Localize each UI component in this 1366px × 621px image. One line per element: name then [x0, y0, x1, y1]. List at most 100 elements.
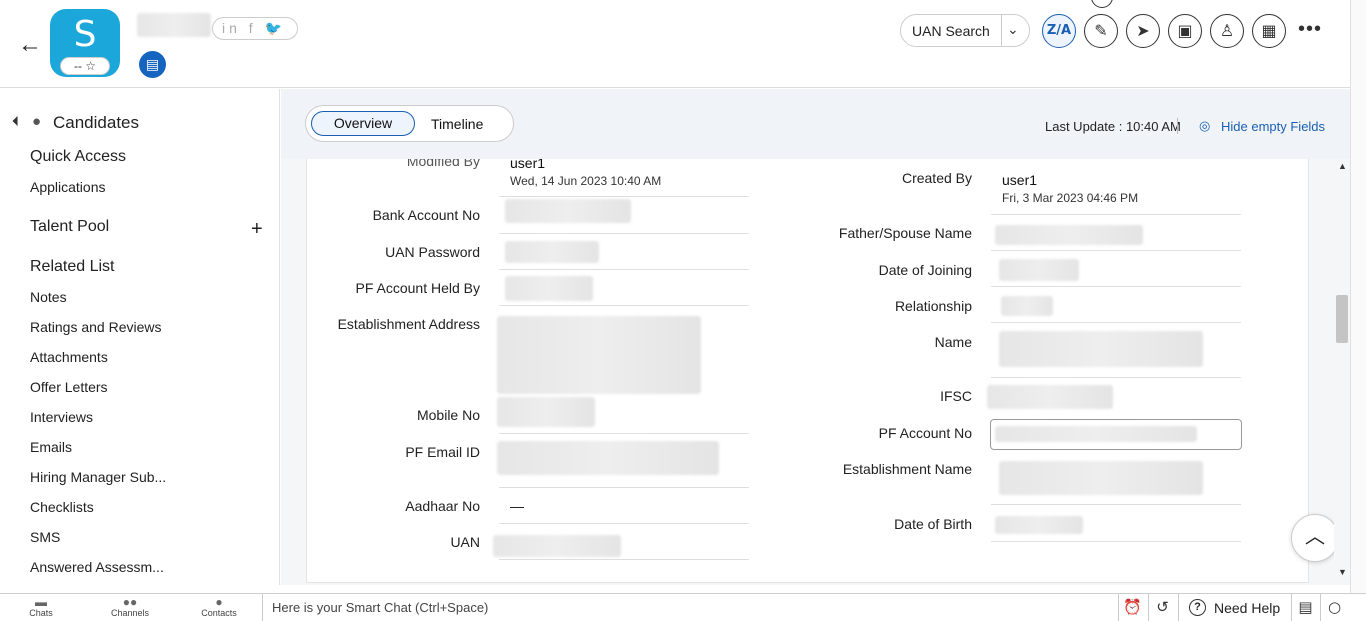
- search-icon[interactable]: ○: [1320, 594, 1348, 621]
- divider: [991, 322, 1241, 323]
- pf-held-by-label: PF Account Held By: [355, 280, 480, 296]
- pf-email-redacted[interactable]: [497, 441, 719, 475]
- window-edge: [1350, 0, 1366, 621]
- channels-button[interactable]: ●● Channels: [100, 596, 160, 618]
- alarm-icon[interactable]: ⏰: [1118, 594, 1146, 621]
- history-icon[interactable]: ↺: [1148, 594, 1176, 621]
- scroll-down-arrow-icon[interactable]: ▼: [1338, 567, 1347, 577]
- uan-password-redacted[interactable]: [505, 241, 599, 263]
- sidebar-item-emails[interactable]: Emails: [30, 439, 72, 455]
- more-options-icon[interactable]: •••: [1298, 16, 1324, 42]
- divider: [499, 305, 749, 306]
- sidebar-item-attachments[interactable]: Attachments: [30, 349, 108, 365]
- channels-icon: ●●: [122, 595, 138, 609]
- dob-redacted[interactable]: [995, 516, 1083, 534]
- tab-timeline[interactable]: Timeline: [431, 116, 483, 132]
- document-icon[interactable]: ▤: [139, 51, 166, 78]
- rating-badge[interactable]: -- ☆: [60, 57, 110, 75]
- sidebar-item-checklists[interactable]: Checklists: [30, 499, 94, 515]
- social-links[interactable]: in f 🐦: [212, 17, 298, 40]
- modified-by-value[interactable]: user1: [510, 159, 545, 171]
- eye-hidden-icon[interactable]: ◎: [1199, 118, 1210, 134]
- record-header: ← S -- ☆ in f 🐦 ▤ UAN Search ⌄ Z/A ✎ ➤ ▣…: [0, 0, 1350, 88]
- uan-label: UAN: [450, 534, 480, 550]
- edit-note-icon[interactable]: ✎: [1084, 14, 1118, 48]
- pf-account-redacted: [995, 426, 1197, 442]
- aadhaar-value[interactable]: —: [510, 498, 524, 514]
- collapse-sidebar-icon[interactable]: ⏴: [12, 113, 19, 130]
- smart-chat-placeholder: Here is your Smart Chat (Ctrl+Space): [272, 600, 489, 615]
- translate-icon[interactable]: Z/A: [1042, 14, 1076, 48]
- father-spouse-redacted[interactable]: [995, 225, 1143, 245]
- need-help-button[interactable]: ? Need Help: [1178, 594, 1291, 621]
- chats-label: Chats: [29, 608, 53, 618]
- back-arrow-icon[interactable]: ←: [18, 32, 42, 58]
- divider: [991, 250, 1241, 251]
- created-by-date: Fri, 3 Mar 2023 04:46 PM: [1002, 191, 1139, 205]
- bank-account-label: Bank Account No: [372, 207, 480, 223]
- relationship-redacted[interactable]: [1001, 296, 1053, 316]
- uan-search-dropdown[interactable]: UAN Search ⌄: [900, 14, 1030, 47]
- calendar-icon[interactable]: ▦: [1252, 14, 1286, 48]
- divider: [499, 433, 749, 434]
- chevron-down-icon[interactable]: ⌄: [1007, 21, 1019, 38]
- assign-user-icon[interactable]: ♙: [1210, 14, 1244, 48]
- sidebar-item-sms[interactable]: SMS: [30, 529, 60, 545]
- aadhaar-label: Aadhaar No: [405, 498, 480, 514]
- bottom-bar: ▬ Chats ●● Channels ● Contacts Here is y…: [0, 593, 1366, 621]
- chats-button[interactable]: ▬ Chats: [11, 596, 71, 618]
- divider: [1001, 15, 1002, 46]
- divider: [499, 196, 749, 197]
- modified-by-label: Modified By: [406, 159, 480, 169]
- notification-icon[interactable]: [1091, 0, 1113, 8]
- establishment-name-label: Establishment Name: [842, 461, 972, 477]
- hide-empty-fields-link[interactable]: Hide empty Fields: [1221, 119, 1325, 134]
- last-update-text: Last Update : 10:40 AM: [1045, 119, 1181, 134]
- sidebar-item-hiring-manager[interactable]: Hiring Manager Sub...: [30, 469, 166, 485]
- divider: [991, 377, 1241, 378]
- sidebar-item-offer-letters[interactable]: Offer Letters: [30, 379, 108, 395]
- smart-chat-input[interactable]: Here is your Smart Chat (Ctrl+Space): [262, 594, 1118, 621]
- name-label: Name: [934, 334, 972, 350]
- divider: [991, 214, 1241, 215]
- scroll-to-top-button[interactable]: ︿: [1291, 514, 1339, 562]
- scrollbar-thumb[interactable]: [1336, 295, 1348, 343]
- content-toolbar: Overview Timeline Last Update : 10:40 AM…: [281, 89, 1350, 159]
- pf-account-label: PF Account No: [878, 425, 972, 441]
- candidate-name-redacted: [137, 13, 211, 37]
- mobile-redacted[interactable]: [497, 397, 595, 427]
- sidebar-item-applications[interactable]: Applications: [30, 179, 106, 195]
- sidebar-item-ratings[interactable]: Ratings and Reviews: [30, 319, 162, 335]
- created-by-value[interactable]: user1: [1002, 172, 1037, 188]
- sidebar-item-assessments[interactable]: Answered Assessm...: [30, 559, 164, 575]
- sidebar-title[interactable]: Candidates: [53, 113, 139, 133]
- uan-redacted[interactable]: [493, 535, 621, 557]
- question-icon: ?: [1189, 599, 1206, 616]
- name-redacted[interactable]: [999, 331, 1203, 367]
- divider: [499, 523, 749, 524]
- pf-held-by-redacted[interactable]: [505, 276, 593, 301]
- sidebar-item-notes[interactable]: Notes: [30, 289, 67, 305]
- establishment-address-label: Establishment Address: [337, 316, 480, 332]
- ifsc-label: IFSC: [940, 388, 972, 404]
- scroll-up-arrow-icon[interactable]: ▲: [1338, 161, 1347, 171]
- avatar[interactable]: S -- ☆: [50, 9, 120, 77]
- sidebar: ⏴ ● Candidates Quick Access Applications…: [0, 89, 280, 585]
- view-tabs: Overview Timeline: [305, 105, 514, 142]
- establishment-name-redacted[interactable]: [999, 461, 1203, 495]
- uan-search-label: UAN Search: [912, 23, 990, 39]
- date-joining-redacted[interactable]: [999, 259, 1079, 281]
- divider: [499, 487, 749, 488]
- briefcase-icon[interactable]: ▣: [1168, 14, 1202, 48]
- sidebar-item-interviews[interactable]: Interviews: [30, 409, 93, 425]
- contacts-button[interactable]: ● Contacts: [189, 596, 249, 618]
- feed-icon[interactable]: ▤: [1291, 594, 1319, 621]
- tab-overview[interactable]: Overview: [311, 111, 415, 136]
- bank-account-redacted[interactable]: [505, 199, 631, 223]
- add-talent-pool-icon[interactable]: +: [251, 218, 263, 241]
- send-icon[interactable]: ➤: [1126, 14, 1160, 48]
- ifsc-redacted[interactable]: [987, 385, 1113, 409]
- scrollbar[interactable]: ▲ ▼: [1334, 159, 1350, 585]
- establishment-address-redacted[interactable]: [497, 316, 701, 394]
- created-by-label: Created By: [901, 170, 972, 186]
